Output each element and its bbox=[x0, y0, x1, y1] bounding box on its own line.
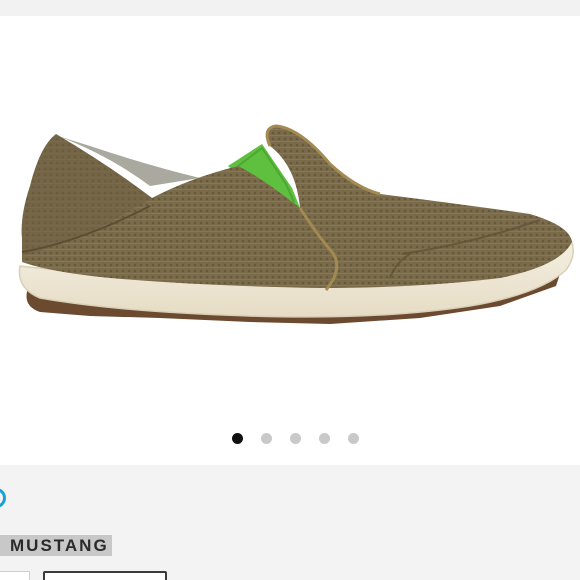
product-screen: MUSTANG bbox=[0, 0, 580, 580]
product-image-gallery[interactable] bbox=[0, 16, 580, 465]
pagination-dot-active[interactable] bbox=[231, 432, 243, 444]
color-name-label: MUSTANG bbox=[0, 535, 112, 556]
top-strip bbox=[0, 0, 580, 16]
pagination-dot[interactable] bbox=[289, 432, 301, 444]
color-swatch-selected[interactable] bbox=[0, 488, 6, 508]
size-option-selected[interactable] bbox=[43, 571, 167, 580]
image-pagination bbox=[0, 431, 580, 445]
pagination-dot[interactable] bbox=[347, 432, 359, 444]
product-info: MUSTANG bbox=[0, 465, 580, 580]
pagination-dot[interactable] bbox=[318, 432, 330, 444]
slip-on-shoe-icon bbox=[18, 124, 574, 324]
pagination-dot[interactable] bbox=[260, 432, 272, 444]
size-option[interactable] bbox=[0, 571, 30, 580]
